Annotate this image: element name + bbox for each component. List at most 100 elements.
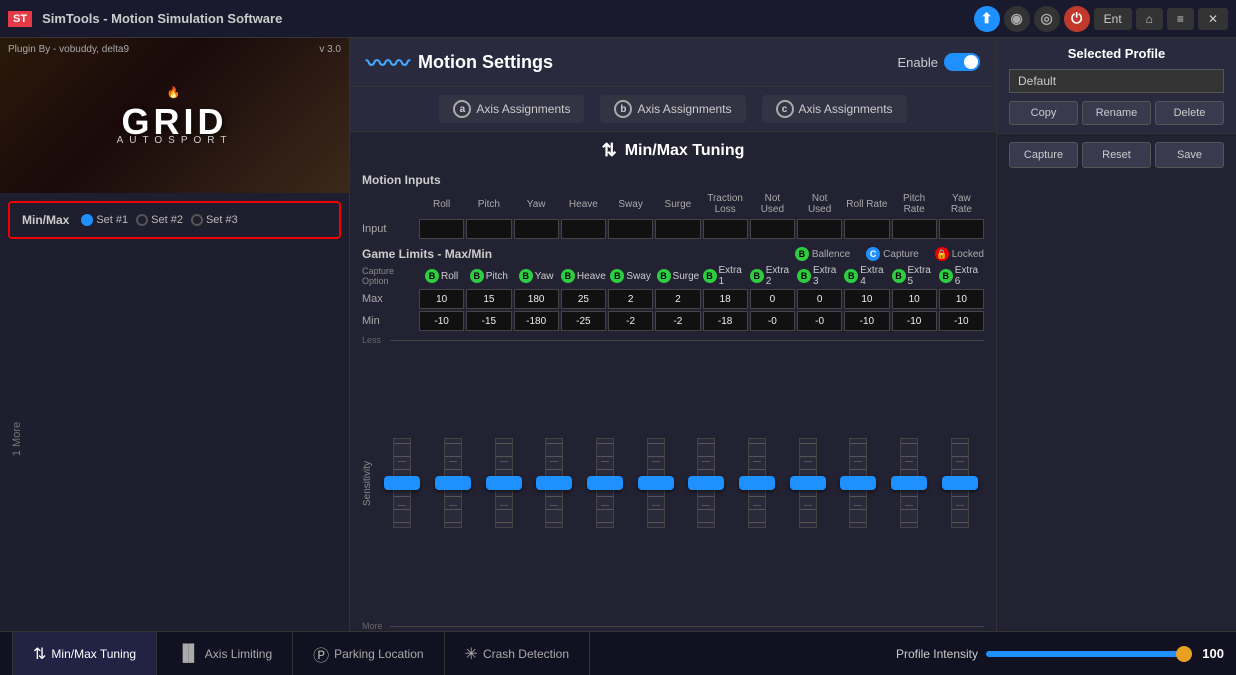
input-pitchrate[interactable] bbox=[892, 219, 937, 239]
input-surge[interactable] bbox=[655, 219, 700, 239]
upload-button[interactable]: ⬆ bbox=[974, 6, 1000, 32]
input-notused2[interactable] bbox=[797, 219, 842, 239]
slider-thumb-8[interactable] bbox=[790, 476, 826, 490]
settings-circle-button[interactable]: ◉ bbox=[1004, 6, 1030, 32]
motion-inputs-grid: Roll Pitch Yaw Heave Sway Surge Traction… bbox=[362, 191, 984, 239]
axis-tab-a[interactable]: a Axis Assignments bbox=[439, 95, 584, 123]
set2-radio[interactable]: Set #2 bbox=[136, 214, 183, 226]
input-notused1[interactable] bbox=[750, 219, 795, 239]
slider-thumb-1[interactable] bbox=[435, 476, 471, 490]
limit-col-surge: BSurge bbox=[655, 269, 700, 283]
slider-thumb-2[interactable] bbox=[486, 476, 522, 490]
max-surge[interactable] bbox=[655, 289, 700, 309]
min-pitch[interactable] bbox=[466, 311, 511, 331]
max-extra2[interactable] bbox=[750, 289, 795, 309]
input-yawrate[interactable] bbox=[939, 219, 984, 239]
enable-toggle-switch[interactable] bbox=[944, 53, 980, 71]
info-circle-button[interactable]: ◎ bbox=[1034, 6, 1060, 32]
max-extra4[interactable] bbox=[844, 289, 889, 309]
input-traction[interactable] bbox=[703, 219, 748, 239]
input-sway[interactable] bbox=[608, 219, 653, 239]
slider-track-3[interactable] bbox=[545, 438, 563, 528]
min-extra6[interactable] bbox=[939, 311, 984, 331]
set3-radio[interactable]: Set #3 bbox=[191, 214, 238, 226]
min-extra1[interactable] bbox=[703, 311, 748, 331]
input-pitch[interactable] bbox=[466, 219, 511, 239]
home-button[interactable]: ⌂ bbox=[1136, 8, 1163, 30]
slider-thumb-11[interactable] bbox=[942, 476, 978, 490]
input-heave[interactable] bbox=[561, 219, 606, 239]
tab-axis-limiting[interactable]: ▐▌ Axis Limiting bbox=[157, 632, 293, 675]
save-button[interactable]: Save bbox=[1155, 142, 1224, 168]
profile-dropdown[interactable]: Default bbox=[1009, 69, 1224, 93]
min-yaw[interactable] bbox=[514, 311, 559, 331]
slider-track-4[interactable] bbox=[596, 438, 614, 528]
sensitivity-wrapper: Sensitivity bbox=[350, 335, 996, 631]
close-button[interactable]: ✕ bbox=[1198, 8, 1228, 30]
max-extra3[interactable] bbox=[797, 289, 842, 309]
slider-track-11[interactable] bbox=[951, 438, 969, 528]
copy-button[interactable]: Copy bbox=[1009, 101, 1078, 125]
slider-thumb-4[interactable] bbox=[587, 476, 623, 490]
slider-thumb-9[interactable] bbox=[840, 476, 876, 490]
slider-thumb-6[interactable] bbox=[688, 476, 724, 490]
max-heave[interactable] bbox=[561, 289, 606, 309]
min-extra5[interactable] bbox=[892, 311, 937, 331]
rename-button[interactable]: Rename bbox=[1082, 101, 1151, 125]
min-surge[interactable] bbox=[655, 311, 700, 331]
center-panel: 〰〰 Motion Settings Enable a Axis Assignm… bbox=[350, 38, 996, 631]
tab-crash[interactable]: ✳ Crash Detection bbox=[445, 632, 590, 675]
set1-label: Set #1 bbox=[96, 214, 128, 226]
power-button[interactable]: ⏻ bbox=[1064, 6, 1090, 32]
min-roll[interactable] bbox=[419, 311, 464, 331]
parking-icon: Ⓟ bbox=[313, 642, 329, 666]
intensity-thumb[interactable] bbox=[1176, 646, 1192, 662]
slider-thumb-5[interactable] bbox=[638, 476, 674, 490]
set3-dot bbox=[191, 214, 203, 226]
slider-thumb-10[interactable] bbox=[891, 476, 927, 490]
slider-track-2[interactable] bbox=[495, 438, 513, 528]
input-roll[interactable] bbox=[419, 219, 464, 239]
tab-parking[interactable]: Ⓟ Parking Location bbox=[293, 632, 444, 675]
max-extra1[interactable] bbox=[703, 289, 748, 309]
reset-button[interactable]: Reset bbox=[1082, 142, 1151, 168]
input-rollrate[interactable] bbox=[844, 219, 889, 239]
input-yaw[interactable] bbox=[514, 219, 559, 239]
max-pitch[interactable] bbox=[466, 289, 511, 309]
title-bar: ST SimTools - Motion Simulation Software… bbox=[0, 0, 1236, 38]
min-heave[interactable] bbox=[561, 311, 606, 331]
slider-track-9[interactable] bbox=[849, 438, 867, 528]
slider-track-10[interactable] bbox=[900, 438, 918, 528]
set1-radio[interactable]: Set #1 bbox=[81, 214, 128, 226]
intensity-label: Profile Intensity bbox=[896, 647, 978, 661]
ent-button[interactable]: Ent bbox=[1094, 8, 1132, 30]
slider-thumb-7[interactable] bbox=[739, 476, 775, 490]
max-roll[interactable] bbox=[419, 289, 464, 309]
slider-col-1 bbox=[429, 347, 478, 619]
min-sway[interactable] bbox=[608, 311, 653, 331]
limit-col-heave: BHeave bbox=[561, 269, 606, 283]
max-yaw[interactable] bbox=[514, 289, 559, 309]
slider-track-7[interactable] bbox=[748, 438, 766, 528]
delete-button[interactable]: Delete bbox=[1155, 101, 1224, 125]
axis-tab-b[interactable]: b Axis Assignments bbox=[600, 95, 745, 123]
menu-button[interactable]: ≡ bbox=[1167, 8, 1194, 30]
slider-track-5[interactable] bbox=[647, 438, 665, 528]
capture-button[interactable]: Capture bbox=[1009, 142, 1078, 168]
slider-track-6[interactable] bbox=[697, 438, 715, 528]
slider-track-8[interactable] bbox=[799, 438, 817, 528]
slider-track-0[interactable] bbox=[393, 438, 411, 528]
main-area: Plugin By - vobuddy, delta9 v 3.0 🔥 GRID… bbox=[0, 38, 1236, 631]
slider-thumb-3[interactable] bbox=[536, 476, 572, 490]
max-sway[interactable] bbox=[608, 289, 653, 309]
axis-tab-c[interactable]: c Axis Assignments bbox=[762, 95, 907, 123]
min-extra3[interactable] bbox=[797, 311, 842, 331]
slider-thumb-0[interactable] bbox=[384, 476, 420, 490]
min-extra4[interactable] bbox=[844, 311, 889, 331]
slider-track-1[interactable] bbox=[444, 438, 462, 528]
intensity-slider-track[interactable] bbox=[986, 651, 1186, 657]
max-extra6[interactable] bbox=[939, 289, 984, 309]
tab-minmax[interactable]: ⇅ Min/Max Tuning bbox=[12, 632, 157, 675]
max-extra5[interactable] bbox=[892, 289, 937, 309]
min-extra2[interactable] bbox=[750, 311, 795, 331]
